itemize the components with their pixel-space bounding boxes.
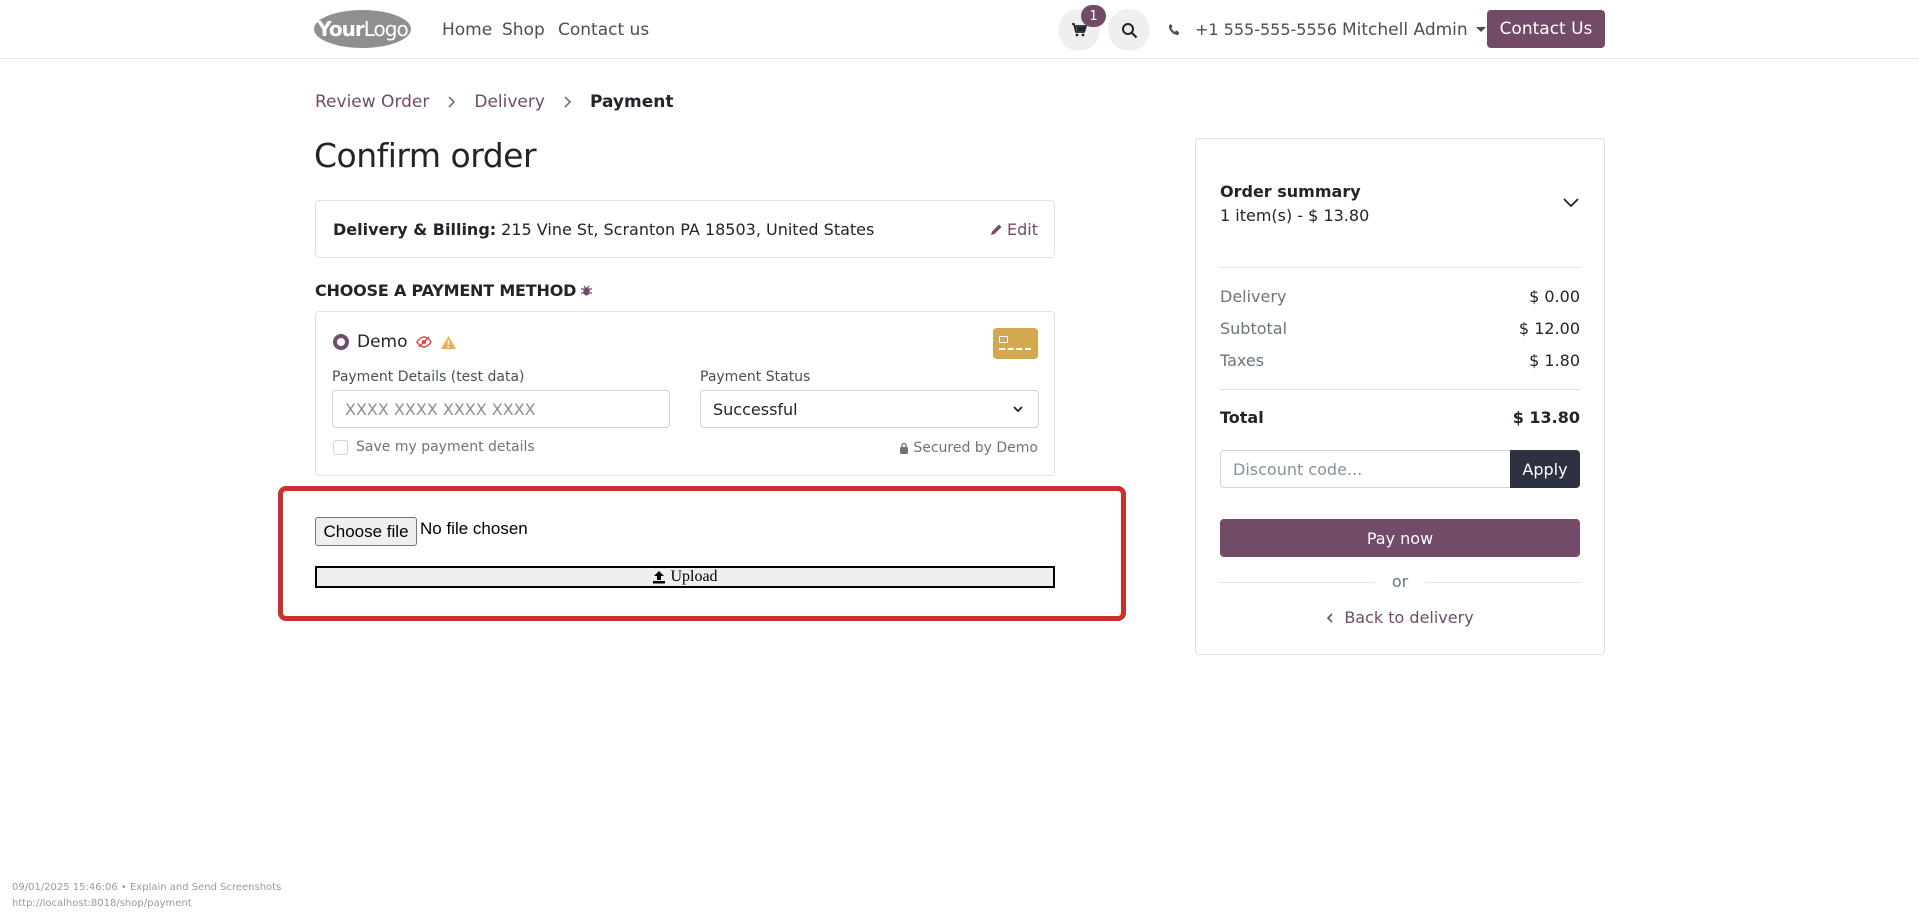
page-title: Confirm order	[314, 136, 537, 175]
pencil-icon	[991, 224, 1002, 235]
lock-icon	[900, 442, 909, 454]
or-separator: or	[1391, 572, 1409, 591]
divider	[1220, 389, 1580, 390]
subtotal-value: $ 12.00	[1518, 319, 1580, 338]
contact-us-button[interactable]: Contact Us	[1487, 10, 1605, 48]
save-payment-checkbox[interactable]	[333, 440, 348, 455]
total-value: $ 13.80	[1512, 408, 1580, 427]
pay-now-button[interactable]: Pay now	[1220, 519, 1580, 557]
phone-number: +1 555-555-5556	[1195, 20, 1338, 39]
order-summary-card: Order summary 1 item(s) - $ 13.80 Delive…	[1195, 138, 1605, 655]
apply-discount-button[interactable]: Apply	[1510, 450, 1580, 488]
breadcrumb-delivery[interactable]: Delivery	[474, 92, 545, 112]
file-status-text: No file chosen	[420, 519, 528, 538]
payment-method-heading: CHOOSE A PAYMENT METHOD	[315, 281, 593, 300]
summary-row-subtotal: Subtotal $ 12.00	[1220, 319, 1580, 338]
search-button[interactable]	[1108, 9, 1150, 51]
chevron-right-icon	[447, 96, 456, 108]
credit-card-icon	[993, 328, 1038, 359]
upload-button[interactable]: Upload	[315, 566, 1055, 588]
search-icon	[1121, 22, 1137, 38]
bug-icon	[581, 285, 593, 296]
page-url: http://localhost:8018/shop/payment	[12, 898, 192, 909]
chevron-left-icon	[1327, 612, 1333, 623]
subtotal-label: Subtotal	[1220, 319, 1288, 338]
payment-heading-text: CHOOSE A PAYMENT METHOD	[315, 281, 577, 300]
delivery-label: Delivery	[1220, 287, 1287, 306]
phone-link[interactable]: +1 555-555-5556	[1168, 0, 1337, 59]
summary-row-total: Total $ 13.80	[1220, 408, 1580, 427]
phone-icon	[1168, 23, 1180, 36]
upload-highlight-box	[278, 486, 1126, 621]
user-menu[interactable]: Mitchell Admin	[1342, 0, 1486, 59]
save-payment-label: Save my payment details	[356, 439, 535, 455]
checkout-breadcrumb: Review Order Delivery Payment	[315, 92, 673, 112]
divider	[1220, 267, 1580, 268]
choose-file-button[interactable]: Choose file	[315, 517, 417, 546]
upload-label: Upload	[670, 568, 718, 585]
order-item-count: 1 item(s) - $ 13.80	[1220, 206, 1370, 225]
nav-home-link[interactable]: Home	[442, 0, 492, 59]
order-summary-title: Order summary	[1220, 182, 1361, 201]
payment-method-radio[interactable]	[333, 334, 349, 350]
site-logo[interactable]: Your Logo	[314, 10, 411, 48]
warning-icon	[440, 335, 456, 349]
address-value: 215 Vine St, Scranton PA 18503, United S…	[501, 219, 875, 239]
chevron-down-icon[interactable]	[1562, 196, 1580, 208]
back-label: Back to delivery	[1344, 608, 1474, 627]
user-name: Mitchell Admin	[1342, 19, 1468, 40]
taxes-label: Taxes	[1220, 351, 1265, 370]
nav-shop-link[interactable]: Shop	[502, 0, 545, 59]
delivery-value: $ 0.00	[1529, 287, 1580, 306]
chevron-down-icon	[1013, 406, 1023, 413]
address-label: Delivery & Billing:	[333, 219, 497, 239]
taxes-value: $ 1.80	[1529, 351, 1580, 370]
breadcrumb-payment: Payment	[589, 92, 674, 112]
site-header: Your Logo Home Shop Contact us 1 +1 555-5…	[0, 0, 1919, 59]
card-number-input[interactable]: XXXX XXXX XXXX XXXX	[332, 390, 670, 428]
caret-down-icon	[1475, 27, 1486, 32]
chevron-right-icon	[563, 96, 572, 108]
breadcrumb-review-order[interactable]: Review Order	[315, 92, 429, 112]
cart-button[interactable]: 1	[1058, 5, 1106, 51]
discount-code-input[interactable]: Discount code...	[1220, 450, 1510, 488]
total-label: Total	[1220, 408, 1264, 427]
payment-method-label: Demo	[357, 332, 408, 352]
edit-label: Edit	[1007, 219, 1038, 239]
payment-method-card: Demo Payment Details (test data) XXXX XX…	[315, 311, 1055, 476]
secured-by-note: Secured by Demo	[899, 440, 1038, 456]
payment-status-value: Successful	[713, 399, 798, 419]
payment-details-label: Payment Details (test data)	[332, 369, 525, 385]
payment-status-select[interactable]: Successful	[700, 390, 1039, 428]
screenshot-timestamp: 09/01/2025 15:46:06 • Explain and Send S…	[12, 882, 282, 893]
payment-method-name: Demo	[357, 332, 457, 352]
summary-row-delivery: Delivery $ 0.00	[1220, 287, 1580, 306]
eye-slash-icon	[415, 336, 432, 348]
edit-address-link[interactable]: Edit	[990, 201, 1038, 257]
nav-contact-link[interactable]: Contact us	[558, 0, 649, 59]
back-to-delivery-link[interactable]: Back to delivery	[1220, 608, 1580, 627]
summary-row-taxes: Taxes $ 1.80	[1220, 351, 1580, 370]
payment-status-label: Payment Status	[700, 369, 811, 385]
cart-count-badge: 1	[1081, 5, 1106, 27]
upload-icon	[653, 571, 666, 584]
secured-text: Secured by Demo	[913, 440, 1038, 456]
delivery-billing-card: Delivery & Billing: 215 Vine St, Scranto…	[315, 200, 1055, 258]
